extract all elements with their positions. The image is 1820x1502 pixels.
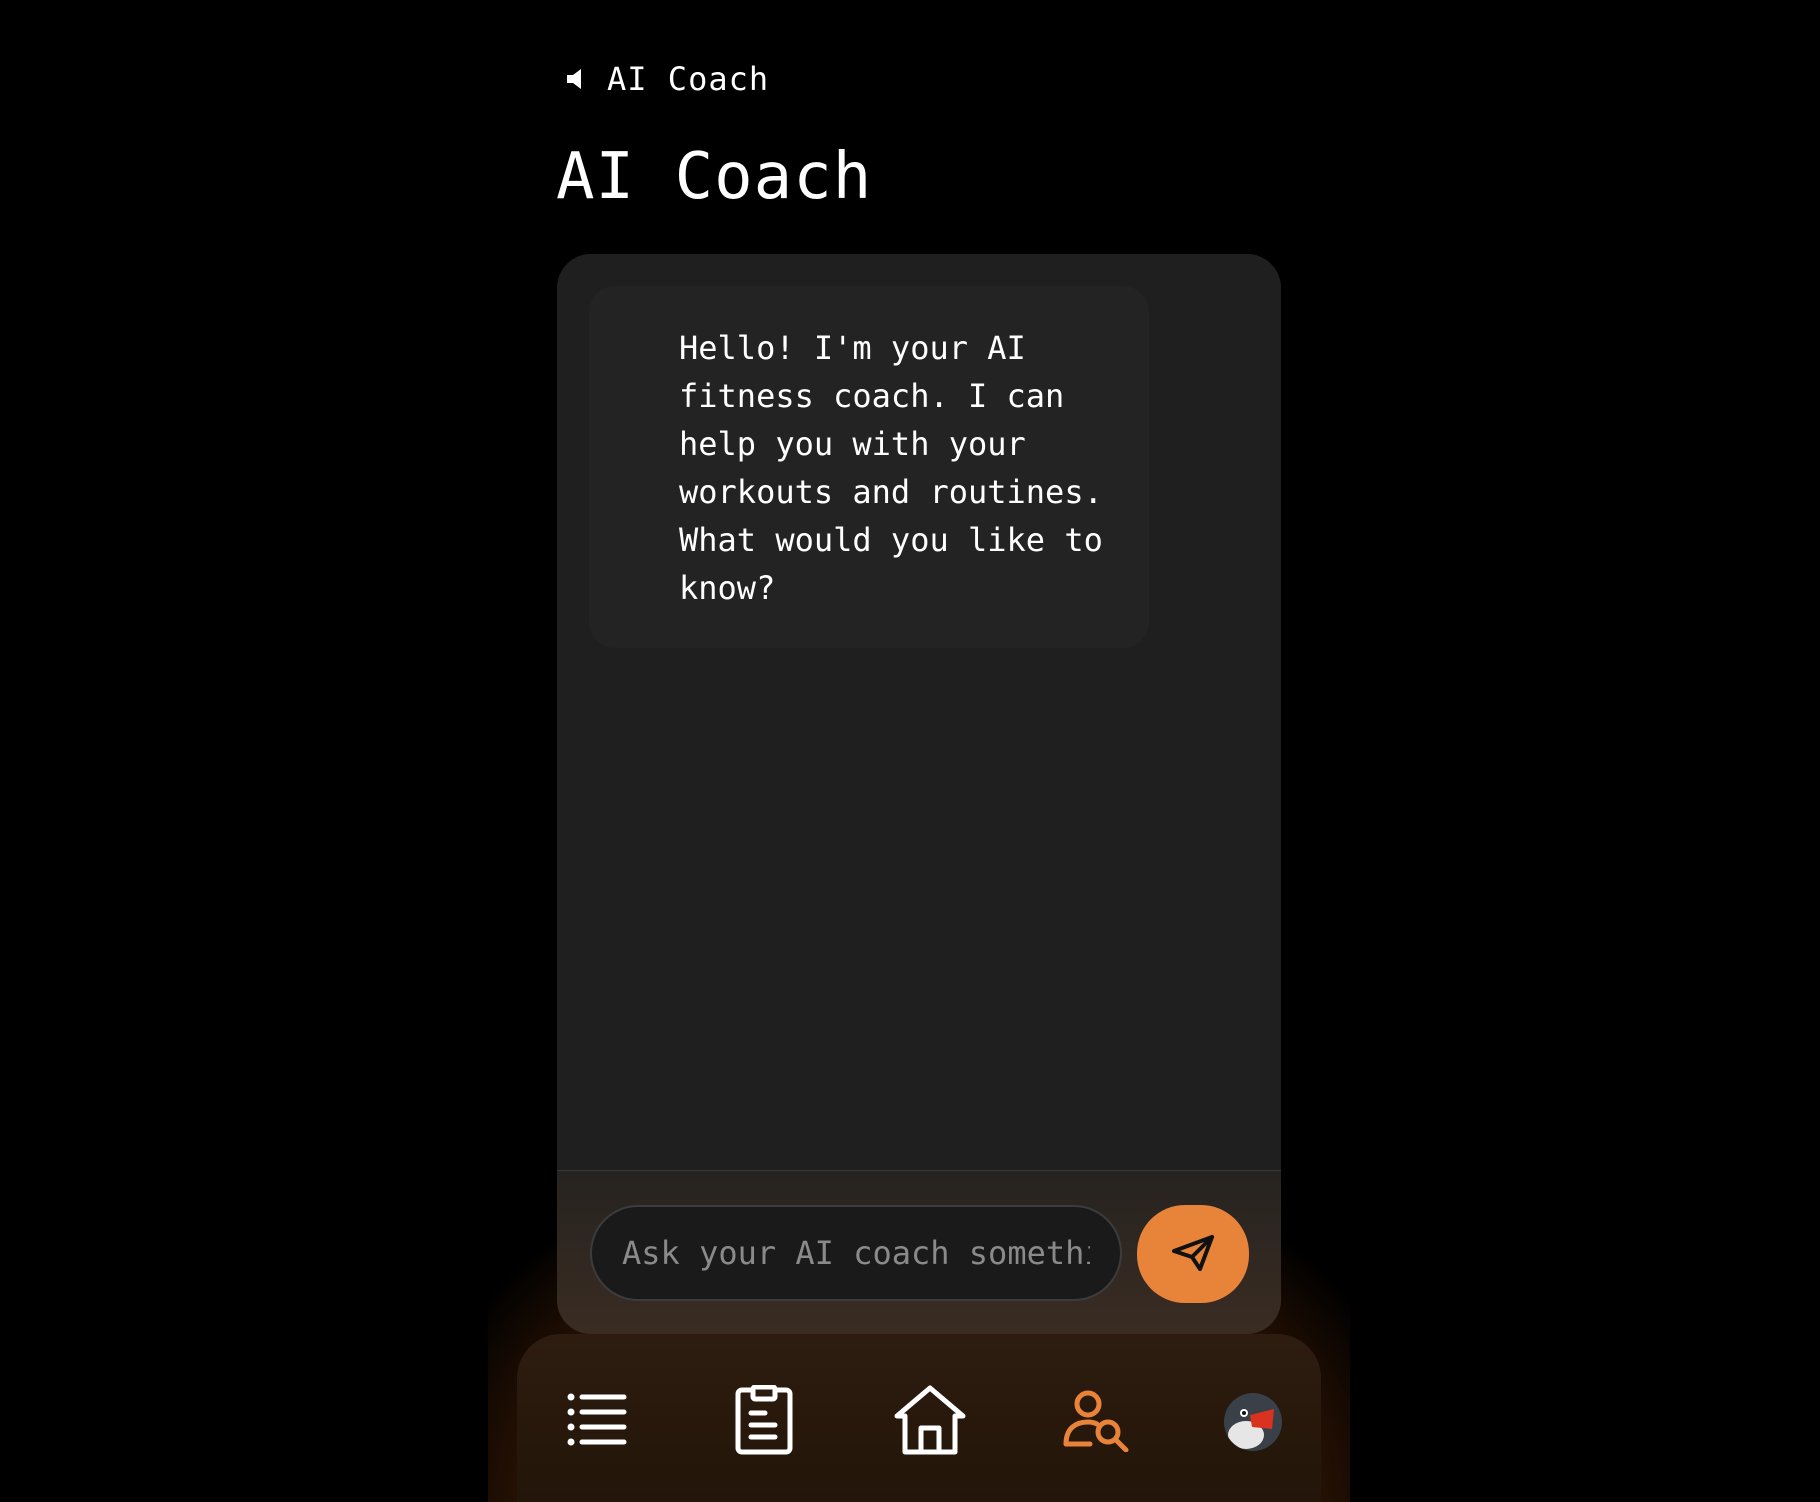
chat-input[interactable]	[590, 1205, 1122, 1301]
nav-item-workouts[interactable]	[724, 1382, 804, 1462]
app-screen: AI Coach AI Coach Hello! I'm your AI fit…	[0, 0, 1820, 1502]
speaker-icon[interactable]	[565, 66, 587, 92]
clipboard-icon	[735, 1384, 793, 1459]
list-icon	[566, 1389, 628, 1455]
chat-card: Hello! I'm your AI fitness coach. I can …	[557, 254, 1281, 1334]
assistant-message: Hello! I'm your AI fitness coach. I can …	[589, 286, 1149, 648]
chat-messages: Hello! I'm your AI fitness coach. I can …	[557, 254, 1281, 1170]
user-search-icon	[1062, 1388, 1132, 1456]
send-button[interactable]	[1137, 1205, 1249, 1303]
home-icon	[893, 1384, 967, 1460]
page-title: AI Coach	[556, 140, 873, 214]
send-icon	[1170, 1233, 1216, 1276]
bottom-nav	[517, 1334, 1321, 1502]
nav-item-home[interactable]	[890, 1382, 970, 1462]
nav-item-list[interactable]	[557, 1382, 637, 1462]
chat-input-bar	[557, 1170, 1281, 1334]
avatar	[1224, 1393, 1282, 1451]
nav-item-profile[interactable]	[1213, 1382, 1293, 1462]
app-title: AI Coach	[607, 60, 770, 98]
top-bar: AI Coach	[565, 56, 769, 102]
nav-item-ai-coach[interactable]	[1057, 1382, 1137, 1462]
